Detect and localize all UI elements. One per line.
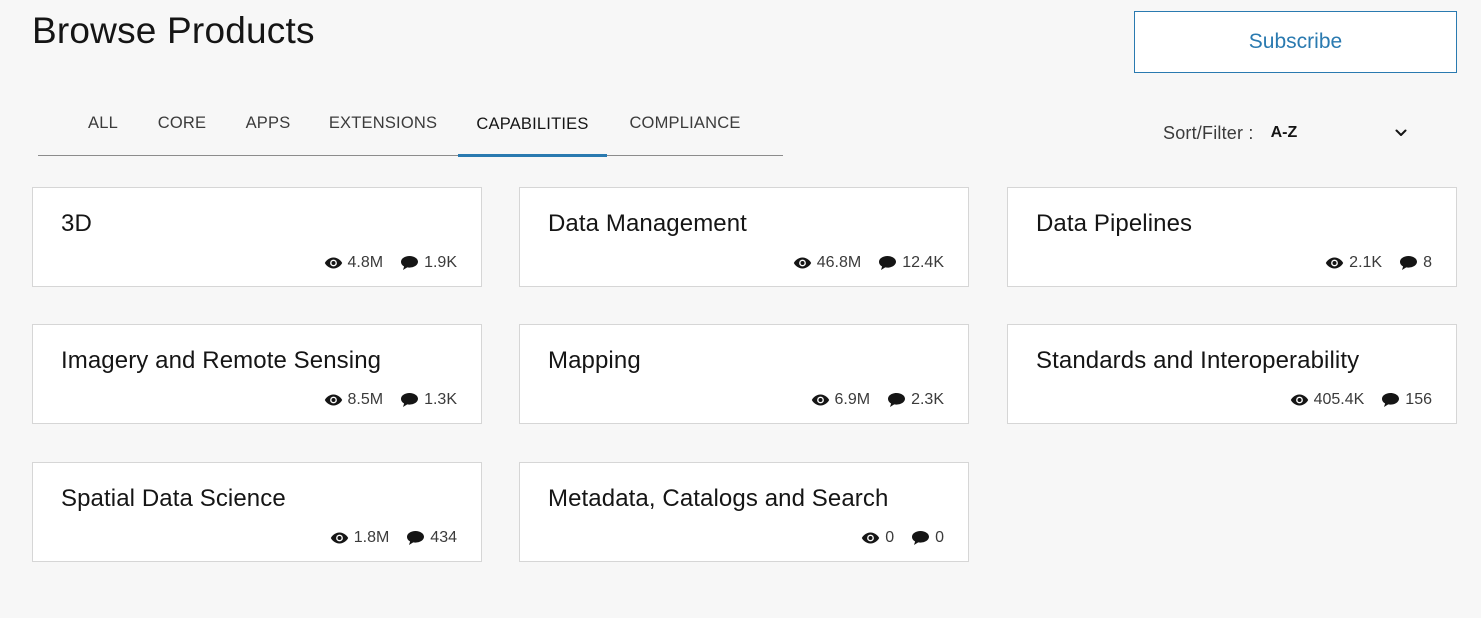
card-title: Spatial Data Science bbox=[61, 485, 286, 512]
category-card-spatial-data-science[interactable]: Spatial Data Science 1.8M 434 bbox=[32, 462, 482, 562]
replies-count: 0 bbox=[935, 529, 944, 546]
replies-stat: 2.3K bbox=[887, 391, 944, 409]
eye-icon bbox=[330, 532, 348, 544]
views-count: 405.4K bbox=[1313, 391, 1365, 408]
views-stat: 6.9M bbox=[811, 391, 871, 409]
replies-count: 434 bbox=[430, 529, 457, 546]
tab-label: ALL bbox=[88, 114, 118, 132]
replies-count: 156 bbox=[1405, 391, 1432, 408]
card-stats: 46.8M 12.4K bbox=[793, 254, 944, 272]
speech-bubble-icon bbox=[407, 531, 425, 545]
card-title: Standards and Interoperability bbox=[1036, 347, 1360, 374]
views-count: 4.8M bbox=[347, 254, 384, 271]
views-count: 0 bbox=[885, 529, 895, 546]
replies-count: 1.9K bbox=[424, 254, 457, 271]
eye-icon bbox=[324, 394, 342, 406]
card-title: Data Management bbox=[548, 210, 747, 237]
views-count: 6.9M bbox=[834, 391, 871, 408]
subscribe-button[interactable]: Subscribe bbox=[1134, 11, 1457, 73]
card-stats: 8.5M 1.3K bbox=[324, 391, 457, 409]
replies-count: 2.3K bbox=[911, 391, 944, 408]
views-stat: 4.8M bbox=[324, 254, 384, 272]
speech-bubble-icon bbox=[888, 393, 906, 407]
views-stat: 0 bbox=[861, 529, 894, 547]
category-card-metadata-catalogs-search[interactable]: Metadata, Catalogs and Search 0 0 bbox=[519, 462, 969, 562]
card-stats: 0 0 bbox=[861, 529, 944, 547]
category-tab-bar: ALL CORE APPS EXTENSIONS CAPABILITIES CO… bbox=[38, 100, 783, 157]
eye-icon bbox=[811, 394, 829, 406]
tab-label: EXTENSIONS bbox=[328, 114, 438, 132]
views-count: 46.8M bbox=[816, 254, 862, 271]
replies-stat: 1.3K bbox=[400, 391, 457, 409]
sort-filter-label: Sort/Filter : bbox=[1163, 122, 1254, 143]
tab-label: COMPLIANCE bbox=[629, 114, 741, 132]
tab-core[interactable]: CORE bbox=[146, 100, 218, 155]
eye-icon bbox=[861, 532, 880, 544]
sort-filter: Sort/Filter : A-Z bbox=[1163, 118, 1409, 148]
replies-count: 12.4K bbox=[902, 254, 944, 271]
sort-select-value: A-Z bbox=[1270, 124, 1298, 141]
card-title: Metadata, Catalogs and Search bbox=[548, 485, 889, 512]
views-count: 8.5M bbox=[347, 391, 384, 408]
card-stats: 4.8M 1.9K bbox=[324, 254, 457, 272]
tab-capabilities[interactable]: CAPABILITIES bbox=[458, 100, 607, 157]
chevron-down-icon bbox=[1393, 125, 1409, 141]
tab-label: CORE bbox=[157, 114, 207, 132]
speech-bubble-icon bbox=[1382, 393, 1400, 407]
tab-compliance[interactable]: COMPLIANCE bbox=[615, 100, 755, 155]
views-stat: 2.1K bbox=[1325, 254, 1382, 272]
speech-bubble-icon bbox=[1400, 256, 1418, 270]
tab-apps[interactable]: APPS bbox=[234, 100, 302, 155]
tab-extensions[interactable]: EXTENSIONS bbox=[316, 100, 450, 155]
category-card-standards-interoperability[interactable]: Standards and Interoperability 405.4K 15… bbox=[1007, 324, 1457, 424]
tab-label: APPS bbox=[245, 114, 291, 132]
card-title: 3D bbox=[61, 210, 92, 237]
speech-bubble-icon bbox=[879, 256, 897, 270]
eye-icon bbox=[324, 257, 342, 269]
views-count: 2.1K bbox=[1349, 254, 1383, 271]
category-card-mapping[interactable]: Mapping 6.9M 2.3K bbox=[519, 324, 969, 424]
eye-icon bbox=[1290, 394, 1308, 406]
replies-stat: 434 bbox=[406, 529, 457, 547]
category-card-imagery-remote-sensing[interactable]: Imagery and Remote Sensing 8.5M 1.3K bbox=[32, 324, 482, 424]
category-card-3d[interactable]: 3D 4.8M 1.9K bbox=[32, 187, 482, 287]
sort-select[interactable]: A-Z bbox=[1271, 118, 1409, 148]
replies-stat: 0 bbox=[911, 529, 944, 547]
views-stat: 8.5M bbox=[324, 391, 384, 409]
views-stat: 46.8M bbox=[793, 254, 861, 272]
card-title: Imagery and Remote Sensing bbox=[61, 347, 382, 374]
replies-stat: 156 bbox=[1381, 391, 1432, 409]
card-stats: 1.8M 434 bbox=[330, 529, 457, 547]
card-stats: 6.9M 2.3K bbox=[811, 391, 944, 409]
views-stat: 1.8M bbox=[330, 529, 390, 547]
tab-all[interactable]: ALL bbox=[74, 100, 132, 155]
card-stats: 405.4K 156 bbox=[1290, 391, 1432, 409]
eye-icon bbox=[793, 257, 811, 269]
views-count: 1.8M bbox=[353, 529, 390, 546]
card-title: Mapping bbox=[548, 347, 641, 374]
category-card-data-pipelines[interactable]: Data Pipelines 2.1K 8 bbox=[1007, 187, 1457, 287]
eye-icon bbox=[1325, 257, 1344, 269]
speech-bubble-icon bbox=[912, 531, 930, 545]
card-title: Data Pipelines bbox=[1036, 210, 1193, 237]
tab-label: CAPABILITIES bbox=[476, 114, 589, 133]
speech-bubble-icon bbox=[401, 393, 419, 407]
views-stat: 405.4K bbox=[1290, 391, 1365, 409]
category-card-data-management[interactable]: Data Management 46.8M 12.4K bbox=[519, 187, 969, 287]
replies-stat: 1.9K bbox=[400, 254, 457, 272]
replies-count: 8 bbox=[1423, 254, 1432, 271]
card-stats: 2.1K 8 bbox=[1325, 254, 1432, 272]
replies-count: 1.3K bbox=[424, 391, 457, 408]
page-title: Browse Products bbox=[32, 10, 315, 51]
replies-stat: 8 bbox=[1399, 254, 1432, 272]
speech-bubble-icon bbox=[401, 256, 419, 270]
replies-stat: 12.4K bbox=[878, 254, 944, 272]
